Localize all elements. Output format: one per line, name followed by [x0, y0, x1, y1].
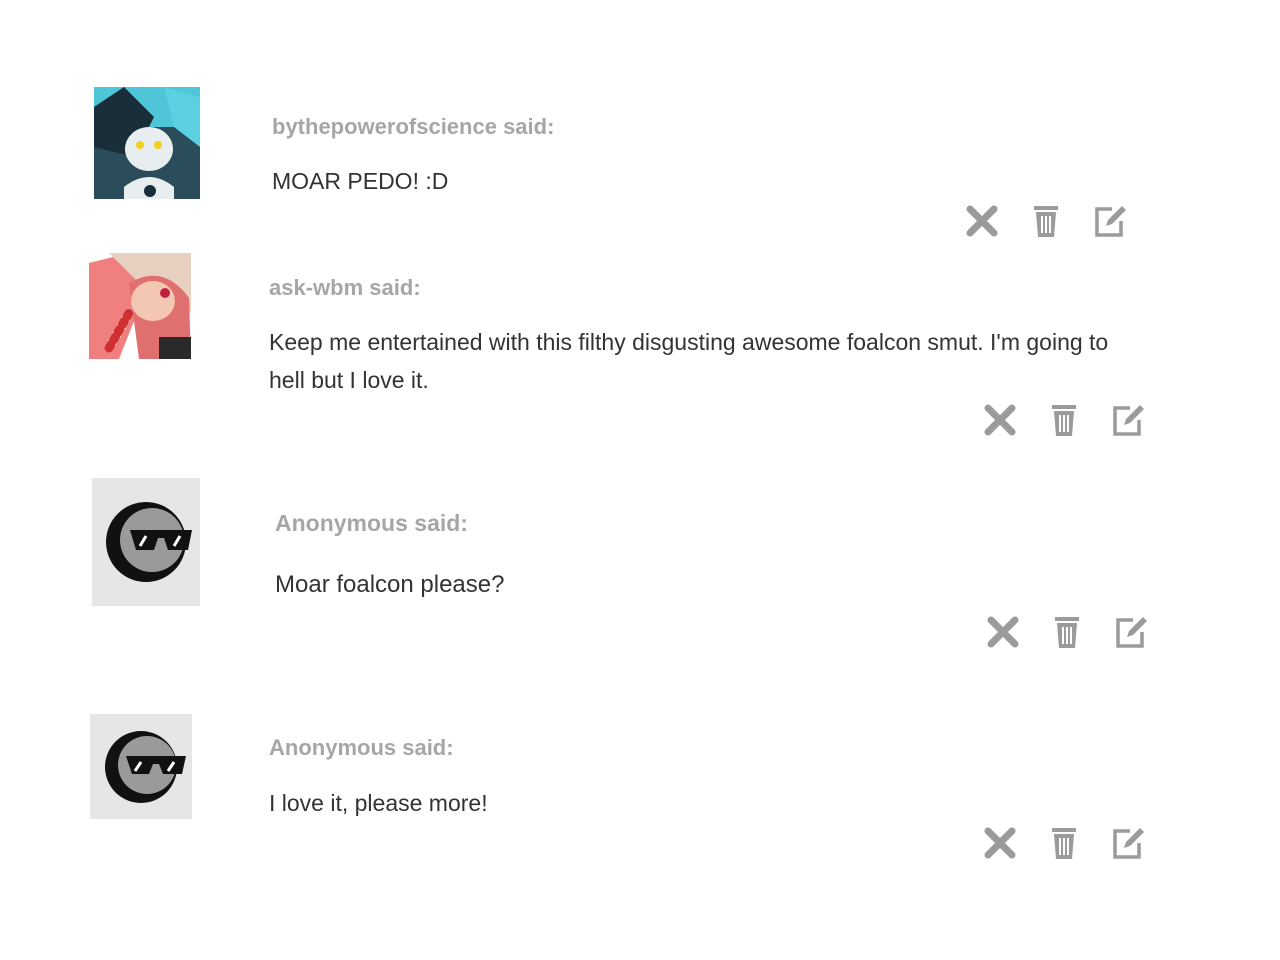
- pony-candy-cane-avatar-icon: [89, 253, 191, 359]
- message-actions: [983, 612, 1151, 652]
- edit-icon: [1095, 206, 1126, 237]
- question-text: I love it, please more!: [269, 790, 488, 816]
- avatar[interactable]: [94, 87, 200, 199]
- dismiss-button[interactable]: [980, 400, 1020, 440]
- pony-portrait-avatar-icon: [94, 87, 200, 199]
- dismiss-button[interactable]: [983, 612, 1023, 652]
- edit-icon: [1113, 828, 1144, 859]
- message-actions: [980, 400, 1148, 440]
- avatar[interactable]: [89, 253, 191, 359]
- close-icon: [984, 404, 1016, 436]
- asker-name: ask-wbm said:: [269, 275, 421, 300]
- trash-icon: [1055, 617, 1079, 648]
- edit-icon: [1113, 405, 1144, 436]
- edit-button[interactable]: [1108, 823, 1148, 863]
- delete-button[interactable]: [1047, 612, 1087, 652]
- ask-message: Anonymous said: I love it, please more!: [0, 692, 1280, 912]
- question-text: Moar foalcon please?: [275, 571, 505, 598]
- message-actions: [980, 823, 1148, 863]
- asker-name: bythepowerofscience said:: [272, 114, 555, 139]
- dismiss-button[interactable]: [980, 823, 1020, 863]
- avatar[interactable]: [90, 714, 192, 819]
- question-text: MOAR PEDO! :D: [272, 168, 449, 194]
- trash-icon: [1052, 828, 1076, 859]
- edit-icon: [1116, 617, 1147, 648]
- delete-button[interactable]: [1044, 400, 1084, 440]
- anonymous-sunglasses-avatar-icon: [92, 478, 200, 606]
- ask-message: bythepowerofscience said: MOAR PEDO! :D: [0, 0, 1280, 240]
- close-icon: [987, 616, 1019, 648]
- ask-message: Anonymous said: Moar foalcon please?: [0, 462, 1280, 692]
- edit-button[interactable]: [1108, 400, 1148, 440]
- ask-message: ask-wbm said: Keep me entertained with t…: [0, 240, 1280, 462]
- ask-inbox: bythepowerofscience said: MOAR PEDO! :D: [0, 0, 1280, 960]
- anonymous-sunglasses-avatar-icon: [90, 714, 192, 819]
- close-icon: [984, 827, 1016, 859]
- close-icon: [966, 205, 998, 237]
- trash-icon: [1052, 405, 1076, 436]
- question-text: Keep me entertained with this filthy dis…: [269, 329, 1109, 393]
- asker-name: Anonymous said:: [275, 510, 468, 536]
- edit-button[interactable]: [1111, 612, 1151, 652]
- delete-button[interactable]: [1026, 201, 1066, 241]
- delete-button[interactable]: [1044, 823, 1084, 863]
- edit-button[interactable]: [1090, 201, 1130, 241]
- asker-name: Anonymous said:: [269, 735, 454, 760]
- message-actions: [962, 201, 1130, 241]
- dismiss-button[interactable]: [962, 201, 1002, 241]
- avatar[interactable]: [92, 478, 200, 606]
- trash-icon: [1034, 206, 1058, 237]
